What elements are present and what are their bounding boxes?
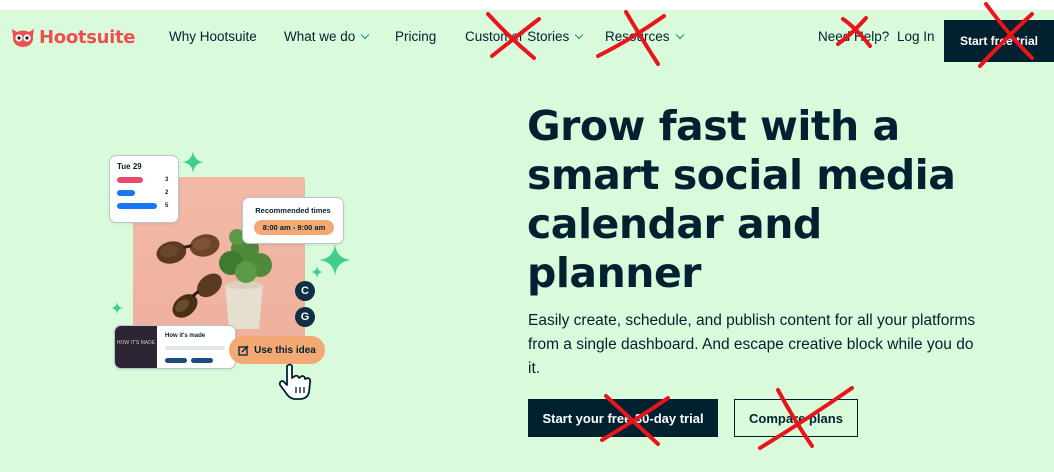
need-help-label: Need Help?	[818, 29, 890, 44]
nav-what-we-do[interactable]: What we do	[284, 29, 370, 44]
chevron-down-icon	[361, 30, 370, 39]
recommended-times-card: Recommended times 8:00 am - 9:00 am	[242, 197, 344, 244]
need-help-link[interactable]: Need Help?	[818, 29, 889, 44]
login-label: Log In	[897, 29, 935, 44]
calendar-bar	[117, 177, 143, 183]
sparkle-icon	[111, 302, 123, 314]
idea-title: How it's made	[165, 333, 206, 339]
nav-resources[interactable]: Resources	[605, 29, 684, 44]
calendar-bar	[117, 203, 157, 209]
content-idea-card: HOW IT'S MADE How it's made	[114, 325, 236, 369]
nav-pricing[interactable]: Pricing	[395, 29, 436, 44]
nav-customer-stories[interactable]: Customer Stories	[465, 29, 584, 44]
button-label: Start your free 30-day trial	[542, 410, 704, 426]
canva-icon: C	[295, 281, 315, 301]
recommended-time-pill: 8:00 am - 9:00 am	[254, 220, 334, 235]
compare-plans-button[interactable]: Compare plans	[734, 399, 858, 437]
hero-headline: Grow fast with a smart social media cale…	[527, 102, 956, 297]
chevron-down-icon	[575, 30, 584, 39]
start-free-trial-button[interactable]: Start your free 30-day trial	[528, 399, 718, 437]
edit-icon	[238, 344, 249, 356]
idea-thumbnail: HOW IT'S MADE	[115, 326, 157, 368]
nav-label: Customer Stories	[465, 29, 570, 44]
hootsuite-logo[interactable]: Hootsuite	[10, 24, 136, 50]
calendar-date: Tue 29	[117, 162, 142, 171]
chevron-down-icon	[675, 30, 684, 39]
calendar-bar	[117, 190, 135, 196]
grammarly-icon: G	[295, 307, 315, 327]
sparkle-icon	[311, 266, 323, 278]
button-label: Start free trial	[959, 34, 1039, 48]
hero-subtext: Easily create, schedule, and publish con…	[528, 312, 976, 377]
sparkle-icon	[182, 151, 204, 173]
idea-text-placeholder	[165, 346, 225, 350]
hand-cursor-icon	[278, 363, 312, 400]
idea-tag	[191, 358, 213, 363]
start-free-trial-nav-button[interactable]: Start free trial	[944, 20, 1054, 62]
calendar-count: 2	[165, 190, 169, 196]
hero-page: Hootsuite Why Hootsuite What we do Prici…	[0, 10, 1054, 472]
sparkle-icon	[319, 244, 351, 276]
calendar-card: Tue 29 3 2 5	[109, 155, 179, 223]
owl-logo-icon	[12, 29, 34, 47]
calendar-count: 3	[165, 177, 169, 183]
button-label: Compare plans	[749, 410, 843, 426]
recommended-times-title: Recommended times	[255, 206, 331, 215]
nav-label: Why Hootsuite	[169, 29, 257, 44]
top-navigation: Hootsuite Why Hootsuite What we do Prici…	[0, 10, 1054, 62]
logo-text: Hootsuite	[39, 26, 136, 48]
calendar-count: 5	[165, 203, 169, 209]
nav-label: Pricing	[395, 29, 437, 44]
nav-why-hootsuite[interactable]: Why Hootsuite	[169, 29, 257, 44]
nav-label: What we do	[284, 29, 356, 44]
login-link[interactable]: Log In	[897, 29, 935, 44]
nav-label: Resources	[605, 29, 670, 44]
idea-tag	[165, 358, 187, 363]
use-idea-label: Use this idea	[254, 344, 316, 356]
